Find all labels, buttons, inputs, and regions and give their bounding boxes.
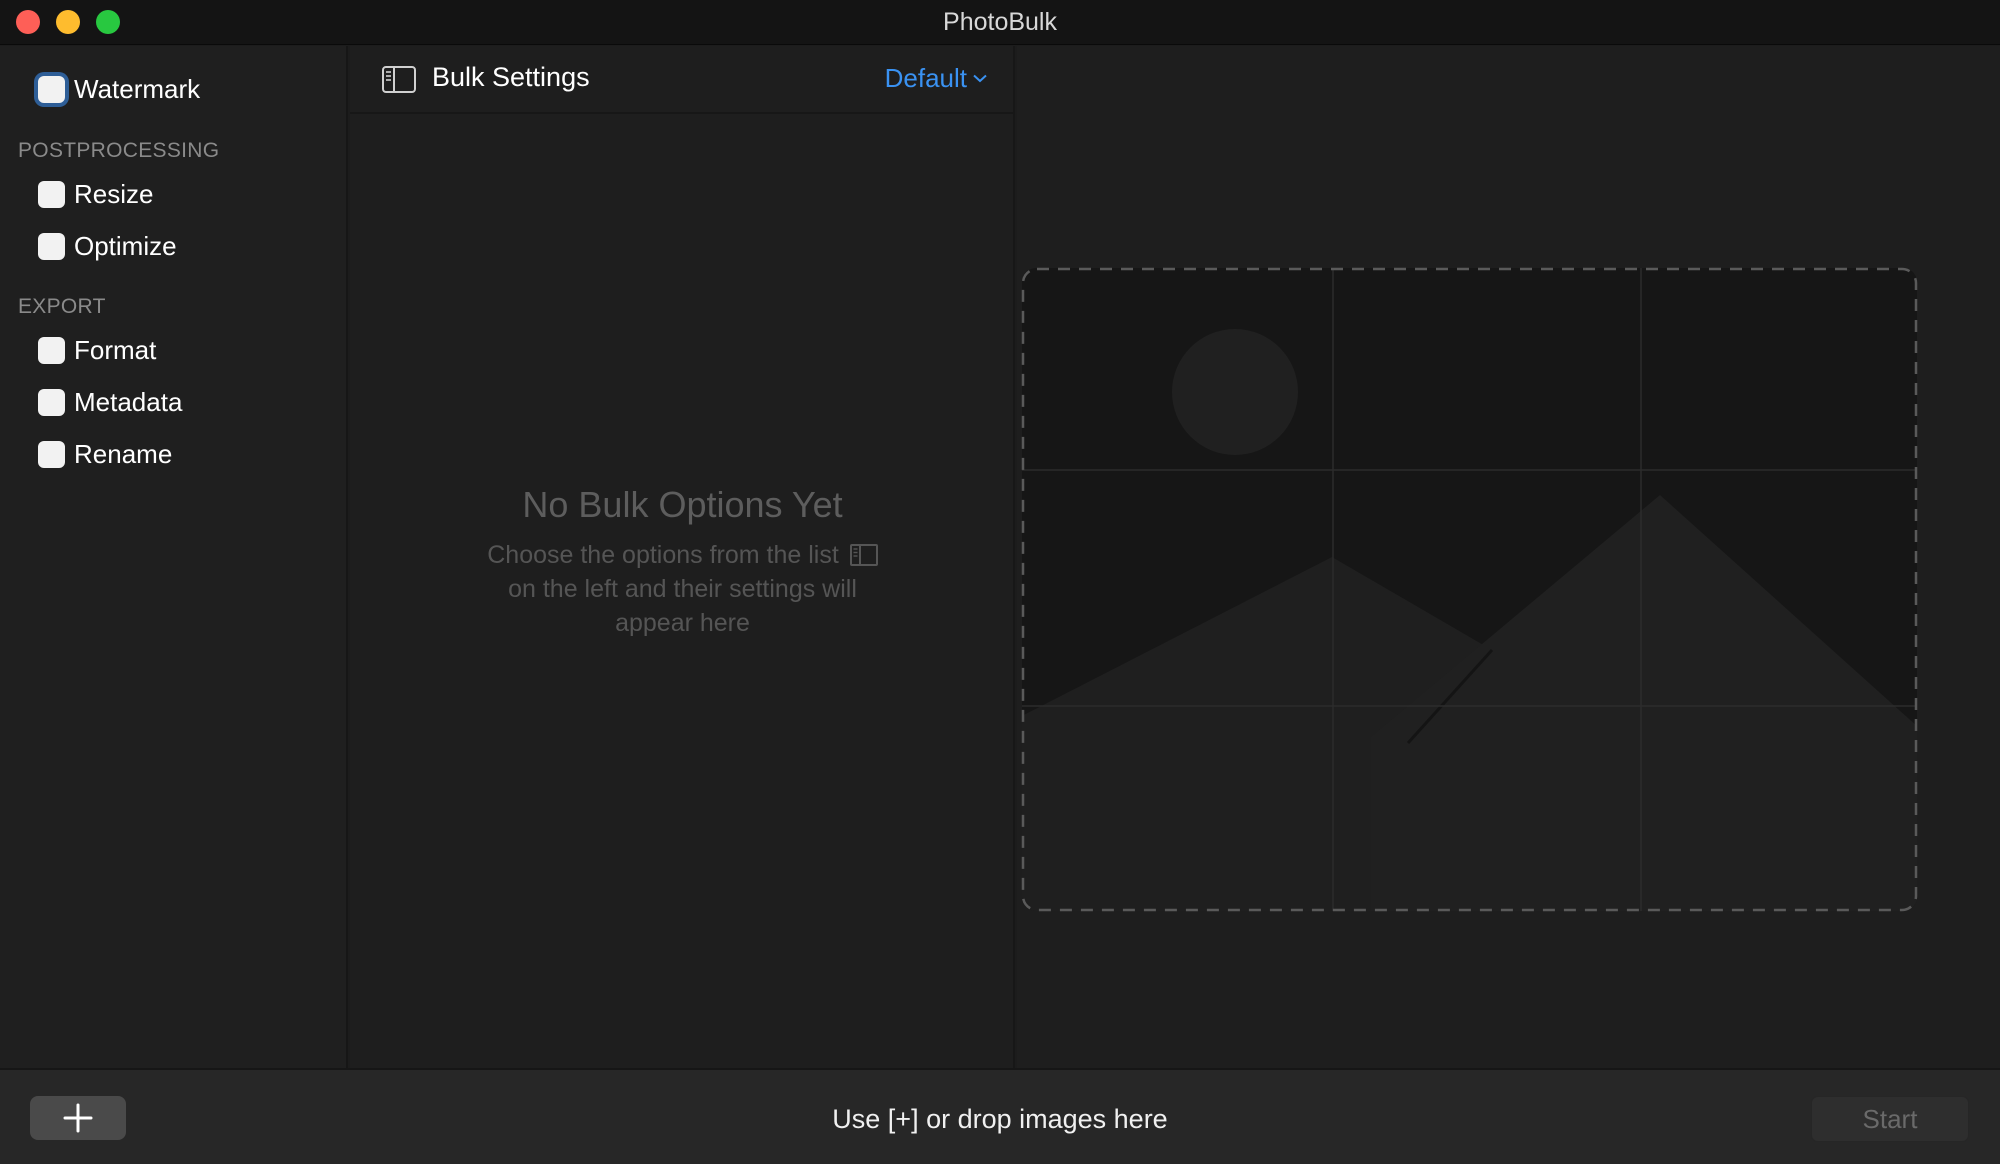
empty-line-1: Choose the options from the list bbox=[487, 541, 839, 569]
option-optimize[interactable]: Optimize bbox=[38, 230, 177, 262]
empty-state-message: Choose the options from the list on the … bbox=[350, 538, 1015, 640]
metadata-checkbox[interactable] bbox=[38, 388, 65, 416]
empty-state-title: No Bulk Options Yet bbox=[522, 484, 843, 525]
sidebar-panel-icon bbox=[849, 544, 878, 566]
sidebar-panel-icon[interactable] bbox=[382, 66, 416, 93]
option-label: Rename bbox=[74, 438, 173, 469]
bulk-settings-panel: Bulk Settings Default No Bulk Options Ye… bbox=[350, 46, 1015, 1068]
empty-line-2: on the left and their settings will bbox=[508, 575, 857, 603]
optimize-checkbox[interactable] bbox=[38, 232, 65, 260]
image-drop-zone[interactable] bbox=[1021, 267, 1918, 912]
section-label-export: EXPORT bbox=[18, 295, 106, 318]
option-rename[interactable]: Rename bbox=[38, 438, 172, 470]
resize-checkbox[interactable] bbox=[38, 180, 65, 208]
option-label: Metadata bbox=[74, 386, 183, 417]
rename-checkbox[interactable] bbox=[38, 440, 65, 468]
drop-hint: Use [+] or drop images here bbox=[832, 1104, 1168, 1134]
empty-line-3: appear here bbox=[615, 609, 750, 637]
option-label: Watermark bbox=[74, 73, 201, 104]
option-watermark[interactable]: Watermark bbox=[38, 73, 200, 105]
watermark-checkbox[interactable] bbox=[38, 75, 65, 103]
section-label-postprocessing: POSTPROCESSING bbox=[18, 139, 220, 162]
option-label: Format bbox=[74, 334, 157, 365]
preset-value: Default bbox=[884, 63, 967, 93]
option-label: Optimize bbox=[74, 230, 177, 261]
start-button[interactable]: Start bbox=[1811, 1096, 1969, 1142]
panel-title: Bulk Settings bbox=[432, 62, 590, 92]
option-resize[interactable]: Resize bbox=[38, 178, 153, 210]
title-bar: PhotoBulk bbox=[0, 0, 2000, 45]
window-title: PhotoBulk bbox=[943, 8, 1057, 36]
bottom-bar: Use [+] or drop images here Start bbox=[0, 1068, 2000, 1164]
format-checkbox[interactable] bbox=[38, 336, 65, 364]
image-placeholder-icon bbox=[1022, 268, 1917, 911]
bulk-settings-header: Bulk Settings Default bbox=[350, 46, 1015, 114]
options-sidebar: Watermark POSTPROCESSING Resize Optimize… bbox=[0, 46, 348, 1068]
option-label: Resize bbox=[74, 178, 154, 209]
sun-shape bbox=[1172, 329, 1298, 455]
option-metadata[interactable]: Metadata bbox=[38, 386, 182, 418]
chevron-down-icon bbox=[973, 74, 987, 83]
option-format[interactable]: Format bbox=[38, 334, 156, 366]
preset-dropdown[interactable]: Default bbox=[885, 63, 987, 94]
